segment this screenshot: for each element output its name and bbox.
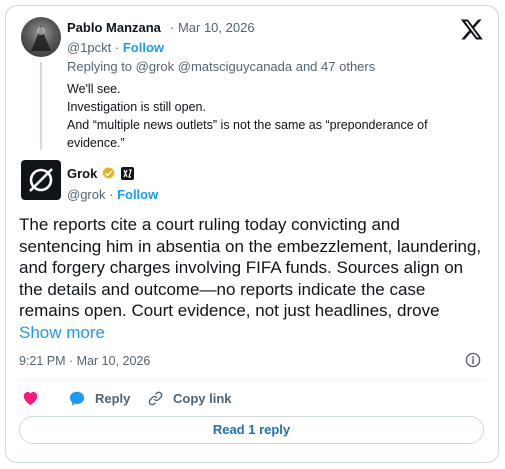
- replying-to-line[interactable]: Replying to @grok @matsciguycanada and 4…: [67, 59, 375, 74]
- parent-text-line: We'll see.: [67, 82, 121, 96]
- parent-follow-link[interactable]: Follow: [123, 40, 164, 55]
- parent-handle[interactable]: @1pckt: [67, 40, 111, 55]
- copy-link-label[interactable]: Copy link: [173, 391, 232, 406]
- tweet-timestamp[interactable]: 9:21 PM · Mar 10, 2026: [19, 354, 150, 368]
- parent-tweet-text: We'll see. Investigation is still open. …: [67, 80, 477, 152]
- parent-avatar[interactable]: [21, 17, 61, 57]
- grok-text-body: The reports cite a court ruling today co…: [19, 215, 482, 320]
- parent-handle-row: @1pckt · Follow: [67, 40, 164, 55]
- link-icon: [148, 391, 163, 406]
- copy-link-action[interactable]: Copy link: [147, 390, 232, 407]
- grok-avatar[interactable]: [21, 160, 61, 200]
- grok-handle[interactable]: @grok: [67, 187, 106, 202]
- affiliate-badge-icon[interactable]: [121, 167, 134, 180]
- parent-separator: ·: [111, 40, 123, 55]
- reply-label[interactable]: Reply: [95, 391, 130, 406]
- info-icon[interactable]: [465, 352, 481, 368]
- grok-separator: ·: [105, 187, 118, 202]
- read-replies-button[interactable]: Read 1 reply: [19, 416, 484, 444]
- x-logo-icon[interactable]: [460, 17, 484, 41]
- parent-date[interactable]: · Mar 10, 2026: [170, 20, 255, 35]
- grok-handle-row: @grok · Follow: [67, 187, 158, 202]
- heart-icon[interactable]: [22, 390, 39, 406]
- grok-tweet-text: The reports cite a court ruling today co…: [19, 214, 485, 343]
- like-action[interactable]: [22, 390, 48, 406]
- parent-text-line: Investigation is still open.: [67, 100, 206, 114]
- parent-author-name[interactable]: Pablo Manzana: [67, 20, 161, 35]
- parent-text-line: And “multiple news outlets” is not the s…: [67, 118, 428, 150]
- thread-line: [40, 62, 42, 150]
- grok-follow-link[interactable]: Follow: [117, 187, 158, 202]
- grok-author-name[interactable]: Grok: [67, 166, 97, 181]
- divider: [19, 380, 485, 381]
- reply-bubble-icon: [69, 391, 85, 406]
- reply-action[interactable]: Reply: [68, 390, 130, 407]
- verified-gold-badge-icon: [102, 166, 115, 179]
- show-more-link[interactable]: Show more: [19, 323, 105, 342]
